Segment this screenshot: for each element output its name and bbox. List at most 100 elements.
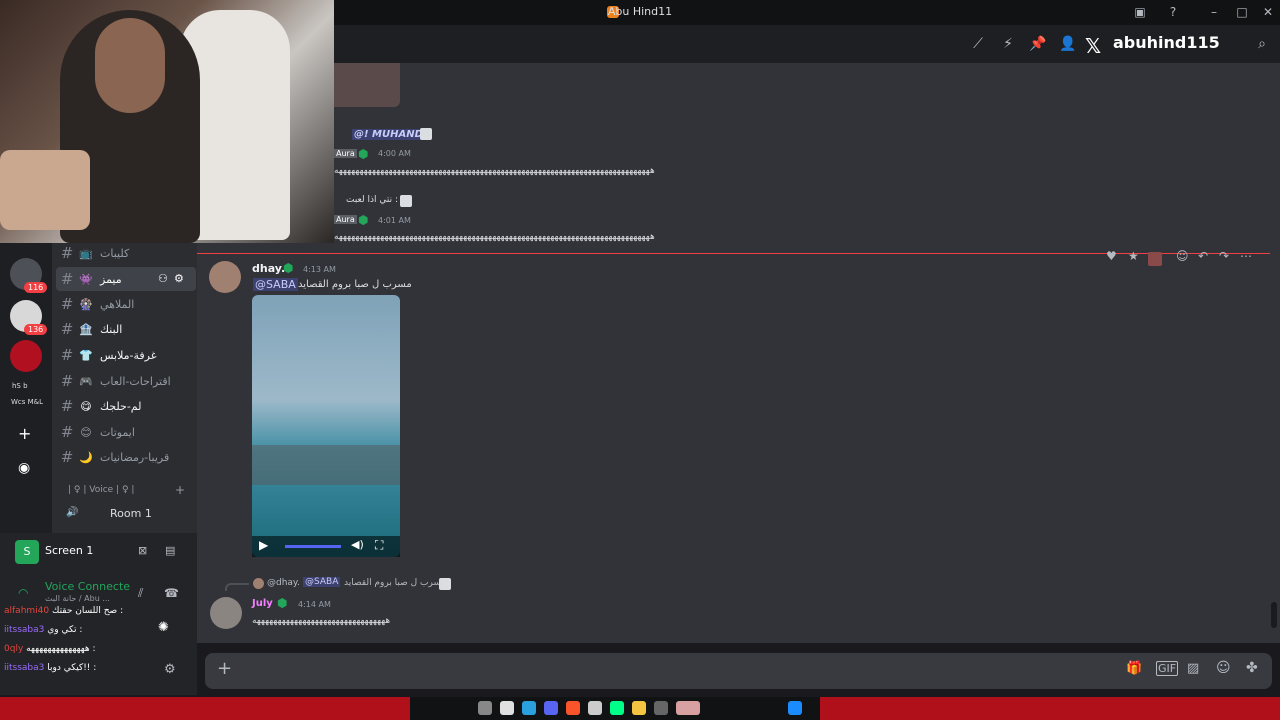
message-timestamp: 4:13 AM bbox=[303, 265, 336, 274]
discord-taskbar-icon[interactable] bbox=[544, 701, 558, 715]
explorer-taskbar-icon[interactable] bbox=[632, 701, 646, 715]
channel-item[interactable]: # 😋 لم-حلجك bbox=[56, 394, 196, 418]
reaction-heart-icon[interactable]: ♥ bbox=[1106, 249, 1117, 269]
reaction-star-icon[interactable]: ★ bbox=[1128, 249, 1139, 269]
voice-category[interactable]: | ♀ | Voice | ♀ | bbox=[68, 485, 134, 495]
add-server-icon[interactable]: + bbox=[18, 424, 31, 443]
avatar[interactable] bbox=[210, 597, 242, 629]
signal-icon: ◠ bbox=[18, 586, 29, 600]
chrome-taskbar-icon[interactable] bbox=[500, 701, 514, 715]
user-mention[interactable]: @SABA bbox=[253, 278, 298, 291]
volume-icon[interactable]: ◀) bbox=[351, 538, 364, 551]
add-channel-icon[interactable]: + bbox=[175, 483, 185, 497]
server-icon[interactable] bbox=[10, 340, 42, 372]
play-icon[interactable]: ▶ bbox=[259, 538, 268, 552]
settings-icon[interactable]: ⚙ bbox=[174, 272, 184, 285]
message-timestamp: 4:14 AM bbox=[298, 600, 331, 609]
reply-username[interactable]: @dhay. bbox=[267, 578, 300, 588]
stop-stream-icon[interactable]: ⊠ bbox=[138, 544, 147, 557]
disconnect-icon[interactable]: ☎ bbox=[164, 586, 179, 600]
channel-item[interactable]: # 🏦 البنك bbox=[56, 317, 196, 341]
inbox-icon[interactable]: ▣ bbox=[1132, 4, 1148, 20]
video-progress-bar[interactable] bbox=[285, 545, 341, 548]
message-username[interactable]: Aura bbox=[334, 215, 357, 224]
message-composer[interactable] bbox=[205, 653, 1272, 689]
members-icon[interactable]: 👤 bbox=[1058, 34, 1078, 54]
role-icon: ⬢ bbox=[283, 261, 294, 275]
message-timestamp: 4:01 AM bbox=[378, 216, 411, 225]
message-list-top bbox=[334, 63, 1280, 243]
channel-item[interactable]: # 📺 كليبات bbox=[56, 241, 196, 265]
noise-suppression-icon[interactable]: ⫽ bbox=[138, 586, 143, 601]
role-icon: ⬢ bbox=[358, 213, 369, 227]
voice-channel[interactable]: حانة البث / Abu ... bbox=[45, 594, 110, 603]
reply-spine bbox=[225, 583, 249, 591]
pin-icon[interactable]: 📌 bbox=[1028, 34, 1048, 54]
maximize-icon[interactable]: □ bbox=[1234, 4, 1250, 20]
image-icon bbox=[420, 128, 432, 140]
channel-item[interactable]: # 🎡 الملاهي bbox=[56, 292, 196, 316]
channel-item[interactable]: # 👕 غرفة-ملابس bbox=[56, 343, 196, 367]
stream-chat-line: alfahmi40 صح اللسان حقتك : bbox=[4, 606, 124, 616]
emoji-icon[interactable]: ☺ bbox=[1216, 660, 1231, 676]
more-icon[interactable]: ⋯ bbox=[1240, 249, 1252, 269]
settings-taskbar-icon[interactable] bbox=[478, 701, 492, 715]
x-handle-overlay: abuhind115 bbox=[1113, 33, 1220, 52]
attachment-image[interactable] bbox=[334, 63, 400, 107]
message-username[interactable]: dhay. bbox=[252, 262, 285, 275]
message-timestamp: 4:00 AM bbox=[378, 149, 411, 158]
close-icon[interactable]: ✕ bbox=[1260, 4, 1276, 20]
search-icon[interactable]: ⌕ bbox=[1252, 34, 1272, 54]
edge-taskbar-icon[interactable] bbox=[610, 701, 624, 715]
widget-taskbar-icon[interactable] bbox=[676, 701, 700, 715]
gift-icon[interactable]: 🎁 bbox=[1126, 661, 1142, 676]
voice-room[interactable]: Room 1 bbox=[110, 507, 152, 520]
user-settings-icon[interactable]: ⚙ bbox=[164, 662, 176, 677]
reply-username[interactable]: @! MUHAND bbox=[352, 129, 425, 140]
stream-chat-line: iitssaba3 كيكي دوبا!! : bbox=[4, 663, 97, 673]
role-icon: ⬢ bbox=[358, 147, 369, 161]
brave-taskbar-icon[interactable] bbox=[566, 701, 580, 715]
reaction-custom-icon[interactable] bbox=[1148, 252, 1162, 266]
voice-status: Voice Connecte bbox=[45, 580, 131, 593]
speaker-icon: 🔊 bbox=[66, 507, 79, 518]
channel-item[interactable]: # 😊 ايموتات bbox=[56, 420, 196, 444]
threads-icon[interactable]: ⟋ bbox=[968, 34, 988, 54]
message-text: ههههههههههههههههههههههههههههههههه bbox=[252, 616, 391, 626]
video-attachment[interactable] bbox=[252, 295, 400, 557]
app-taskbar-icon[interactable] bbox=[654, 701, 668, 715]
notifications-icon[interactable]: ⚡ bbox=[998, 34, 1018, 54]
attach-icon[interactable]: + bbox=[217, 658, 232, 679]
fullscreen-icon[interactable]: ⛶ bbox=[375, 538, 383, 553]
server-folder-label[interactable]: hS b bbox=[12, 382, 28, 390]
gif-icon[interactable]: GIF bbox=[1156, 661, 1179, 676]
message-text: هههههههههههههههههههههههههههههههههههههههه… bbox=[334, 166, 655, 176]
start-icon[interactable] bbox=[788, 701, 802, 715]
reply-mention[interactable]: @SABA bbox=[303, 577, 341, 587]
forward-icon[interactable]: ↷ bbox=[1219, 249, 1229, 269]
reply-icon[interactable]: ↶ bbox=[1198, 249, 1208, 269]
image-icon bbox=[439, 578, 451, 590]
channel-item[interactable]: # 🎮 اقتراحات-العاب bbox=[56, 369, 196, 393]
soundboard-icon[interactable]: ✺ bbox=[158, 620, 169, 635]
help-icon[interactable]: ? bbox=[1165, 4, 1181, 20]
telegram-taskbar-icon[interactable] bbox=[522, 701, 536, 715]
screen-share-label: Screen 1 bbox=[45, 544, 94, 557]
message-username[interactable]: July bbox=[252, 598, 273, 609]
scrollbar[interactable] bbox=[1271, 602, 1277, 628]
app-taskbar-icon[interactable] bbox=[588, 701, 602, 715]
invite-icon[interactable]: ⚇ bbox=[158, 272, 168, 285]
server-label[interactable]: Wcs M&L bbox=[11, 398, 43, 406]
apps-icon[interactable]: ✤ bbox=[1246, 660, 1258, 676]
stream-settings-icon[interactable]: ▤ bbox=[165, 544, 175, 557]
message-username[interactable]: Aura bbox=[334, 149, 357, 158]
server-badge: 116 bbox=[24, 282, 48, 293]
sticker-icon[interactable]: ▨ bbox=[1187, 661, 1199, 676]
add-reaction-icon[interactable]: ☺ bbox=[1176, 249, 1189, 269]
channel-item[interactable]: # 🌙 قريبا-رمضانيات bbox=[56, 445, 196, 469]
role-icon: ⬢ bbox=[277, 596, 288, 610]
webcam-mic bbox=[0, 150, 90, 230]
minimize-icon[interactable]: – bbox=[1206, 4, 1222, 20]
avatar[interactable] bbox=[209, 261, 241, 293]
discover-icon[interactable]: ◉ bbox=[18, 460, 30, 476]
